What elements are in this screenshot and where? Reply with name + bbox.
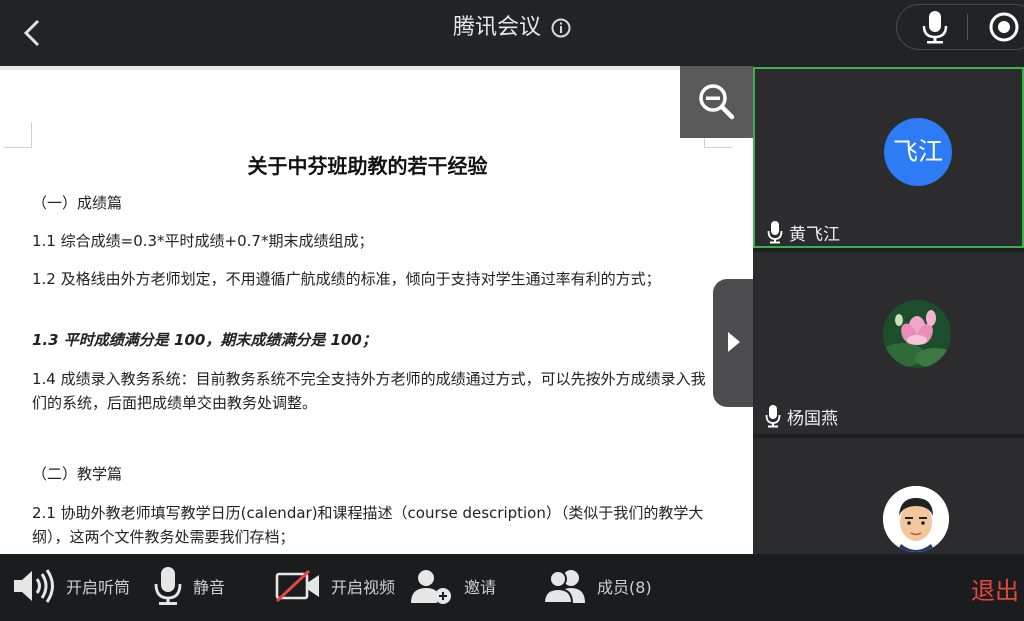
participant-video-tile[interactable]: 杨国燕 — [753, 252, 1024, 434]
play-arrow-icon — [728, 332, 740, 352]
microphone-icon — [154, 567, 182, 605]
lotus-image — [883, 300, 951, 368]
shared-document[interactable]: 关于中芬班助教的若干经验 （一）成绩篇 1.1 综合成绩=0.3*平时成绩+0.… — [0, 66, 753, 554]
members-label: 成员(8) — [597, 578, 652, 597]
add-user-icon — [411, 570, 451, 604]
record-icon[interactable] — [988, 11, 1020, 43]
collapse-panel-button[interactable] — [713, 279, 753, 407]
participant-name: 黄飞江 — [789, 224, 840, 245]
avatar — [883, 300, 951, 368]
doc-paragraph: 1.3 平时成绩满分是 100，期末成绩满分是 100； — [32, 331, 377, 349]
mute-label: 静音 — [193, 578, 226, 597]
speaker-label: 开启听筒 — [66, 578, 131, 597]
meeting-title: 腾讯会议 — [452, 15, 541, 40]
doc-paragraph: 2.1 协助外教老师填写教学日历(calendar)和课程描述（course d… — [32, 504, 704, 546]
document-title: 关于中芬班助教的若干经验 — [247, 154, 488, 178]
microphone-icon — [765, 405, 781, 428]
divider — [967, 14, 968, 40]
microphone-icon — [767, 221, 783, 244]
doc-paragraph: 1.1 综合成绩=0.3*平时成绩+0.7*期末成绩组成； — [32, 232, 374, 250]
members-button[interactable]: 成员(8) — [543, 566, 652, 606]
video-off-icon — [275, 569, 319, 603]
cartoon-man-image — [883, 486, 949, 552]
speaker-icon — [14, 569, 54, 603]
avatar — [883, 486, 949, 552]
window-title-area: 腾讯会议 — [0, 13, 1024, 43]
invite-label: 邀请 — [464, 578, 497, 597]
zoom-out-icon — [699, 84, 735, 120]
page-corner-mark — [4, 122, 32, 148]
top-bar: 腾讯会议 — [0, 0, 1024, 66]
participant-video-tile[interactable]: 飞江 黄飞江 — [753, 67, 1024, 248]
avatar: 飞江 — [884, 118, 952, 186]
participant-video-tile[interactable] — [753, 438, 1024, 554]
document-top-edge — [0, 66, 753, 70]
speaker-button[interactable]: 开启听筒 — [12, 566, 130, 606]
microphone-icon[interactable] — [920, 10, 950, 44]
video-label: 开启视频 — [331, 578, 396, 597]
zoom-out-button[interactable] — [680, 66, 753, 138]
doc-section-heading: （二）教学篇 — [32, 465, 123, 483]
info-icon[interactable] — [551, 18, 571, 38]
doc-paragraph: 1.2 及格线由外方老师划定，不用遵循广航成绩的标准，倾向于支持对学生通过率有利… — [32, 270, 661, 288]
doc-section-heading: （一）成绩篇 — [32, 194, 123, 212]
participant-name-row: 杨国燕 — [765, 404, 838, 429]
bottom-toolbar: 开启听筒 静音 开启视频 邀请 成员(8) 退出 — [0, 554, 1024, 621]
mute-button[interactable]: 静音 — [153, 566, 225, 606]
invite-button[interactable]: 邀请 — [410, 566, 496, 606]
members-icon — [543, 570, 585, 604]
doc-paragraph: 1.4 成绩录入教务系统：目前教务系统不完全支持外方老师的成绩通过方式，可以先按… — [32, 370, 706, 412]
video-button[interactable]: 开启视频 — [275, 566, 395, 606]
participant-name: 杨国燕 — [787, 408, 838, 429]
exit-button[interactable]: 退出 — [971, 571, 1019, 606]
participant-name-row: 黄飞江 — [767, 220, 840, 245]
